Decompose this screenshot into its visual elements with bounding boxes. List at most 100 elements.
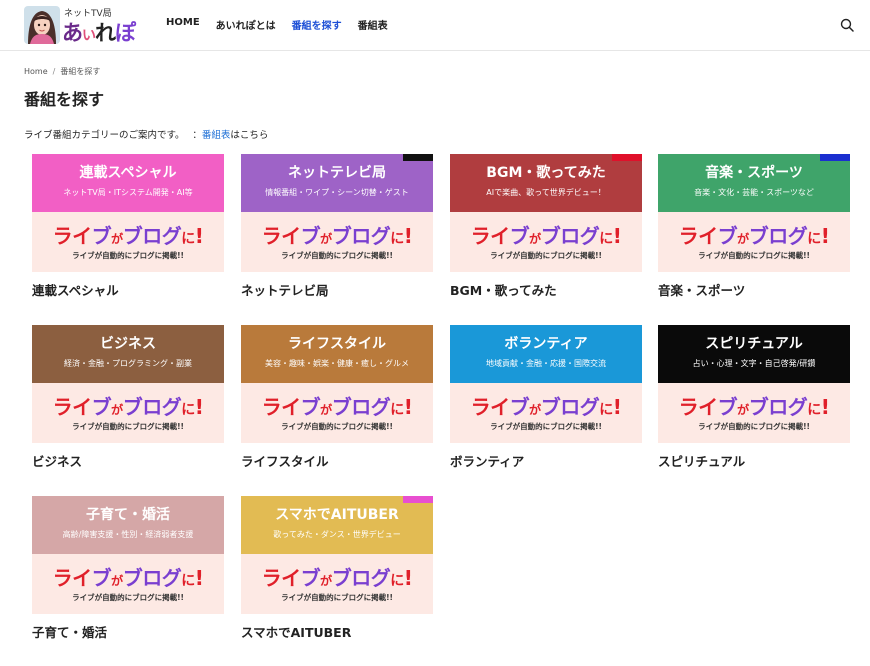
banner-title: 子育て・婚活 — [86, 507, 170, 523]
category-title[interactable]: 音楽・スポーツ — [658, 280, 850, 299]
blog-promo-panel: ライブがブログに! ライブが自動的にブログに掲載!! — [450, 212, 642, 272]
blog-promo-subtitle: ライブが自動的にブログに掲載!! — [72, 422, 184, 431]
blog-promo-char: に — [390, 231, 404, 247]
blog-promo-char: が — [529, 232, 541, 246]
blog-promo-char: イ — [281, 224, 301, 248]
blog-promo-subtitle: ライブが自動的にブログに掲載!! — [490, 251, 602, 260]
category-title[interactable]: 子育て・婚活 — [32, 622, 224, 641]
category-banner: スピリチュアル 占い・心理・文字・自己啓発/研鑽 — [658, 325, 850, 383]
banner-subtitle: 経済・金融・プログラミング・副業 — [64, 359, 192, 368]
banner-subtitle: 歌ってみた・ダンス・世界デビュー — [273, 530, 401, 539]
blog-promo-char: イ — [698, 395, 718, 419]
blog-promo-char: が — [111, 403, 123, 417]
blog-promo-subtitle: ライブが自動的にブログに掲載!! — [281, 593, 393, 602]
banner-subtitle: 音楽・文化・芸能・スポーツなど — [694, 188, 814, 197]
category-title[interactable]: スピリチュアル — [658, 451, 850, 470]
category-title[interactable]: ライフスタイル — [241, 451, 433, 470]
blog-promo-char: に — [599, 402, 613, 418]
blog-promo-char: ブ — [122, 395, 143, 419]
category-card[interactable]: ライフスタイル 美容・趣味・娯楽・健康・癒し・グルメ ライブがブログに! ライブが自動… — [241, 325, 433, 470]
nav-schedule[interactable]: 番組表 — [358, 17, 388, 32]
blog-promo-panel: ライブがブログに! ライブが自動的にブログに掲載!! — [32, 383, 224, 443]
category-card[interactable]: ビジネス 経済・金融・プログラミング・副業 ライブがブログに! ライブが自動的にブログ… — [32, 325, 224, 470]
blog-promo-char: ブ — [748, 395, 769, 419]
banner-title: ライフスタイル — [288, 336, 386, 352]
blog-promo-char: ラ — [470, 224, 491, 248]
blog-promo-panel: ライブがブログに! ライブが自動的にブログに掲載!! — [32, 212, 224, 272]
page-title: 番組を探す — [24, 90, 105, 109]
blog-promo-char: イ — [72, 395, 92, 419]
blog-promo-char: ブ — [331, 395, 352, 419]
nav-find-programs[interactable]: 番組を探す — [292, 17, 342, 32]
blog-promo-char: ラ — [678, 224, 699, 248]
breadcrumb-separator: / — [52, 67, 56, 76]
blog-promo-title: ライブがブログに! — [658, 220, 850, 249]
blog-promo-char: ロ — [768, 395, 788, 419]
blog-promo-char: イ — [72, 566, 92, 590]
schedule-link[interactable]: 番組表 — [202, 130, 231, 141]
category-card[interactable]: 音楽・スポーツ 音楽・文化・芸能・スポーツなど ライブがブログに! ライブが自動的にブ… — [658, 154, 850, 299]
category-title[interactable]: ボランティア — [450, 451, 642, 470]
banner-subtitle: 地域貢献・金融・応援・国際交流 — [486, 359, 606, 368]
nav-home[interactable]: HOME — [166, 17, 200, 32]
blog-promo-char: ! — [403, 395, 413, 419]
category-title[interactable]: BGM・歌ってみた — [450, 280, 642, 299]
category-banner: ビジネス 経済・金融・プログラミング・副業 — [32, 325, 224, 383]
category-card[interactable]: スマホでAITUBER 歌ってみた・ダンス・世界デビューライブがブログに! ライブが… — [241, 496, 433, 641]
category-card[interactable]: ボランティア 地域貢献・金融・応援・国際交流 ライブがブログに! ライブが自動的にブロ… — [450, 325, 642, 470]
blog-promo-char: グ — [370, 566, 391, 590]
main-nav: HOME あいれぽとは 番組を探す 番組表 — [166, 17, 404, 32]
category-title[interactable]: ネットテレビ局 — [241, 280, 433, 299]
intro-colon: ： — [192, 130, 202, 141]
blog-promo-char: ! — [820, 224, 830, 248]
blog-promo-char: ラ — [261, 566, 282, 590]
category-banner: BGM・歌ってみた AIで楽曲、歌って世界デビュー！ — [450, 154, 642, 212]
blog-promo-char: イ — [490, 224, 510, 248]
corner-tag — [612, 154, 642, 161]
corner-tag — [403, 154, 433, 161]
blog-promo-char: が — [737, 232, 749, 246]
category-banner: ボランティア 地域貢献・金融・応援・国際交流 — [450, 325, 642, 383]
blog-promo-title: ライブがブログに! — [241, 391, 433, 420]
blog-promo-char: イ — [72, 224, 92, 248]
nav-about[interactable]: あいれぽとは — [216, 17, 276, 32]
search-icon — [840, 18, 854, 32]
category-card[interactable]: ネットテレビ局 情報番組・ワイプ・シーン切替・ゲスト ライブがブログに! ライブが自動… — [241, 154, 433, 299]
category-title[interactable]: ビジネス — [32, 451, 224, 470]
blog-promo-char: ブ — [300, 566, 321, 590]
blog-promo-char: ブ — [509, 224, 530, 248]
site-header: ネットTV局 あいれぽ HOME あいれぽとは 番組を探す 番組表 — [0, 0, 870, 51]
blog-promo-char: ブ — [509, 395, 530, 419]
blog-promo-panel: ライブがブログに! ライブが自動的にブログに掲載!! — [658, 383, 850, 443]
category-card[interactable]: スピリチュアル 占い・心理・文字・自己啓発/研鑽 ライブがブログに! ライブが自動的に… — [658, 325, 850, 470]
blog-promo-char: グ — [161, 224, 182, 248]
blog-promo-char: ラ — [52, 224, 73, 248]
blog-promo-char: ラ — [678, 395, 699, 419]
breadcrumb-home[interactable]: Home — [24, 67, 48, 76]
search-button[interactable] — [840, 17, 854, 32]
blog-promo-char: に — [807, 231, 821, 247]
blog-promo-char: ブ — [717, 395, 738, 419]
banner-title: スピリチュアル — [705, 336, 803, 352]
blog-promo-char: が — [111, 232, 123, 246]
blog-promo-char: ロ — [142, 566, 162, 590]
logo-char: ぽ — [115, 20, 136, 45]
banner-subtitle: 美容・趣味・娯楽・健康・癒し・グルメ — [265, 359, 409, 368]
category-title[interactable]: スマホでAITUBER — [241, 622, 433, 641]
blog-promo-char: ブ — [717, 224, 738, 248]
blog-promo-char: ラ — [261, 224, 282, 248]
blog-promo-char: ブ — [122, 566, 143, 590]
blog-promo-subtitle: ライブが自動的にブログに掲載!! — [72, 251, 184, 260]
blog-promo-title: ライブがブログに! — [32, 391, 224, 420]
category-card[interactable]: BGM・歌ってみた AIで楽曲、歌って世界デビュー！ ライブがブログに! ライブが自動… — [450, 154, 642, 299]
blog-promo-char: ブ — [540, 224, 561, 248]
blog-promo-char: ロ — [560, 395, 580, 419]
category-banner: 音楽・スポーツ 音楽・文化・芸能・スポーツなど — [658, 154, 850, 212]
site-logo[interactable]: ネットTV局 あいれぽ — [24, 5, 136, 45]
category-card[interactable]: 連載スペシャル ネットTV局・ITシステム開発・AI等 ライブがブログに! ライブが自… — [32, 154, 224, 299]
blog-promo-subtitle: ライブが自動的にブログに掲載!! — [698, 251, 810, 260]
category-title[interactable]: 連載スペシャル — [32, 280, 224, 299]
blog-promo-title: ライブがブログに! — [241, 562, 433, 591]
blog-promo-char: ロ — [142, 224, 162, 248]
category-card[interactable]: 子育て・婚活 高齢/障害支援・性別・経済弱者支援 ライブがブログに! ライブが自動的に… — [32, 496, 224, 641]
